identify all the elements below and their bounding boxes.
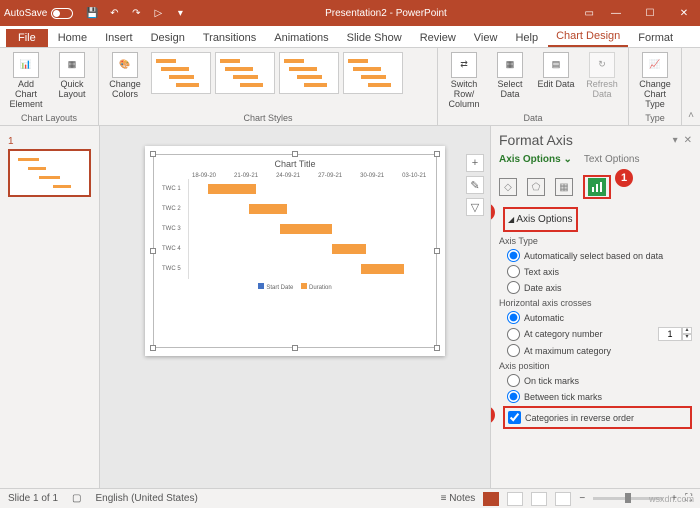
axis-options-tab[interactable]: Axis Options (499, 154, 572, 165)
gantt-row: TWC 3 (162, 219, 428, 239)
slide-thumbnail-1[interactable] (8, 149, 91, 197)
slide-sorter-view-button[interactable] (507, 492, 523, 506)
callout-1: 1 (615, 169, 633, 187)
chart-object[interactable]: Chart Title 18-09-2021-09-2124-09-2127-0… (153, 154, 437, 348)
format-axis-pane: Format Axis ▾ ✕ Axis Options Text Option… (490, 126, 700, 488)
close-pane-icon[interactable]: ✕ (684, 135, 692, 146)
opt-between-tick-marks[interactable]: Between tick marks (507, 390, 692, 403)
chart-styles-gallery[interactable] (151, 52, 431, 94)
fill-line-icon[interactable]: ◇ (499, 178, 517, 196)
format-pane-title: Format Axis (499, 132, 573, 148)
notes-button[interactable]: ≡ Notes (441, 493, 476, 504)
opt-text-axis[interactable]: Text axis (507, 265, 692, 278)
language-indicator[interactable]: English (United States) (96, 493, 198, 504)
tab-chart-design[interactable]: Chart Design (548, 27, 628, 47)
opt-at-category-number[interactable]: At category number ▴▾ (507, 327, 692, 341)
spin-up[interactable]: ▴ (682, 327, 692, 334)
tab-insert[interactable]: Insert (97, 29, 141, 47)
save-icon[interactable]: 💾 (85, 6, 99, 20)
gantt-row: TWC 1 (162, 179, 428, 199)
effects-icon[interactable]: ⬠ (527, 178, 545, 196)
chart-elements-button[interactable]: + (466, 154, 484, 172)
normal-view-button[interactable] (483, 492, 499, 506)
tab-animations[interactable]: Animations (266, 29, 336, 47)
opt-crosses-automatic[interactable]: Automatic (507, 311, 692, 324)
watermark: wsxdn.com (649, 494, 694, 504)
tab-home[interactable]: Home (50, 29, 95, 47)
tab-slideshow[interactable]: Slide Show (339, 29, 410, 47)
status-bar: Slide 1 of 1 ▢ English (United States) ≡… (0, 488, 700, 508)
quick-layout-button[interactable]: ▦Quick Layout (52, 52, 92, 100)
switch-row-column-button[interactable]: ⇄Switch Row/ Column (444, 52, 484, 110)
chart-styles-button[interactable]: ✎ (466, 176, 484, 194)
axis-options-icon[interactable] (588, 178, 606, 196)
callout-2: 2 (490, 203, 495, 221)
ribbon-tabs: File Home Insert Design Transitions Anim… (0, 26, 700, 48)
callout-3: 3 (490, 406, 495, 424)
opt-at-maximum-category[interactable]: At maximum category (507, 344, 692, 357)
slide-indicator[interactable]: Slide 1 of 1 (8, 493, 58, 504)
maximize-button[interactable]: ☐ (638, 8, 662, 19)
title-bar: AutoSave 💾 ↶ ↷ ▷ ▾ Presentation2 - Power… (0, 0, 700, 26)
collapse-ribbon-icon[interactable]: ˄ (682, 48, 700, 125)
add-chart-element-button[interactable]: 📊Add Chart Element (6, 52, 46, 110)
slide-canvas[interactable]: Chart Title 18-09-2021-09-2124-09-2127-0… (100, 126, 490, 488)
gantt-row: TWC 5 (162, 259, 428, 279)
chart-legend: Start Date Duration (162, 283, 428, 291)
slideshow-icon[interactable]: ▷ (151, 6, 165, 20)
opt-date-axis[interactable]: Date axis (507, 281, 692, 294)
text-options-tab[interactable]: Text Options (584, 154, 640, 165)
slide-thumbnail-pane: 1 (0, 126, 100, 488)
tab-format[interactable]: Format (630, 29, 681, 47)
reading-view-button[interactable] (531, 492, 547, 506)
select-data-button[interactable]: ▦Select Data (490, 52, 530, 100)
task-pane-options-icon[interactable]: ▾ (673, 135, 678, 146)
minimize-button[interactable]: — (604, 8, 628, 19)
refresh-data-button[interactable]: ↻Refresh Data (582, 52, 622, 100)
gantt-row: TWC 4 (162, 239, 428, 259)
change-colors-button[interactable]: 🎨Change Colors (105, 52, 145, 100)
slideshow-view-button[interactable] (555, 492, 571, 506)
change-chart-type-button[interactable]: 📈Change Chart Type (635, 52, 675, 110)
ribbon-display-icon[interactable]: ▭ (585, 8, 594, 19)
edit-data-button[interactable]: ▤Edit Data (536, 52, 576, 90)
spell-check-icon[interactable]: ▢ (72, 493, 81, 504)
redo-icon[interactable]: ↷ (129, 6, 143, 20)
spin-down[interactable]: ▾ (682, 334, 692, 341)
opt-categories-reverse-order[interactable]: Categories in reverse order (508, 411, 687, 424)
tab-design[interactable]: Design (143, 29, 193, 47)
close-button[interactable]: ✕ (672, 8, 696, 19)
document-title: Presentation2 - PowerPoint (187, 8, 584, 19)
zoom-out-button[interactable]: − (579, 493, 585, 504)
chart-filters-button[interactable]: ▽ (466, 198, 484, 216)
size-properties-icon[interactable]: ▦ (555, 178, 573, 196)
tab-view[interactable]: View (466, 29, 506, 47)
opt-on-tick-marks[interactable]: On tick marks (507, 374, 692, 387)
chart-title[interactable]: Chart Title (154, 159, 436, 169)
tab-file[interactable]: File (6, 29, 48, 47)
category-number-input[interactable] (658, 327, 682, 341)
gantt-row: TWC 2 (162, 199, 428, 219)
opt-auto-select[interactable]: Automatically select based on data (507, 249, 692, 262)
autosave-toggle[interactable]: AutoSave (4, 8, 73, 19)
tab-transitions[interactable]: Transitions (195, 29, 264, 47)
tab-help[interactable]: Help (507, 29, 546, 47)
undo-icon[interactable]: ↶ (107, 6, 121, 20)
ribbon: 📊Add Chart Element ▦Quick Layout Chart L… (0, 48, 700, 126)
qat-dropdown-icon[interactable]: ▾ (173, 6, 187, 20)
axis-options-section[interactable]: Axis Options (508, 214, 573, 225)
tab-review[interactable]: Review (412, 29, 464, 47)
